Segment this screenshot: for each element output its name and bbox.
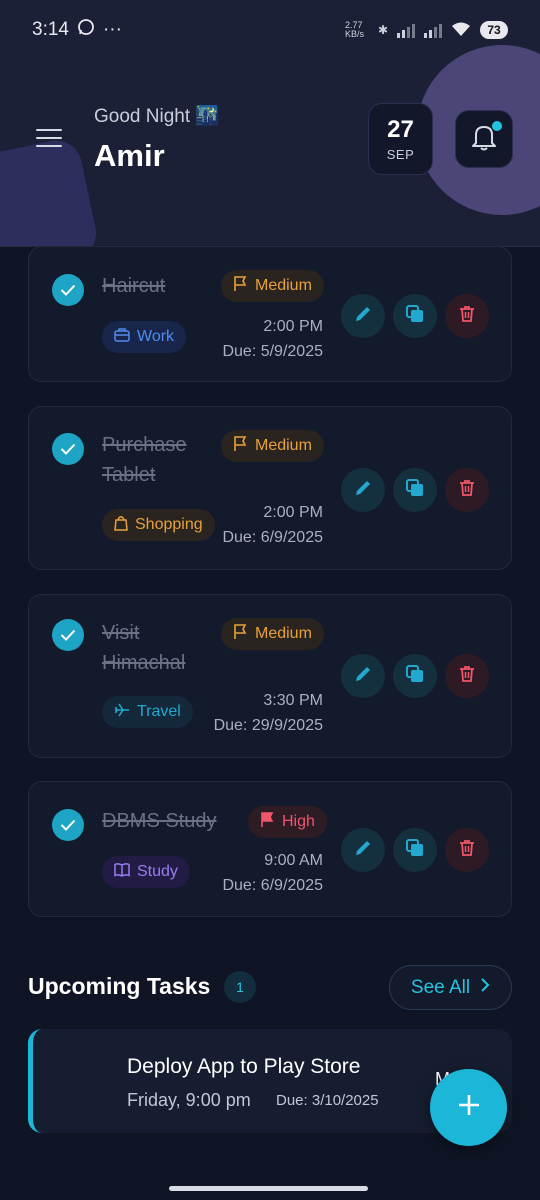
menu-icon[interactable]	[36, 129, 62, 151]
notification-dot	[492, 121, 502, 131]
task-time: 3:30 PM	[263, 692, 323, 709]
check-icon[interactable]	[52, 809, 84, 841]
priority-badge: Medium	[221, 618, 324, 650]
delete-button[interactable]	[445, 294, 489, 338]
greeting: Good Night 🌃	[94, 106, 220, 127]
decorative-blob	[0, 135, 101, 246]
edit-button[interactable]	[341, 828, 385, 872]
flag-icon	[233, 275, 247, 297]
trash-icon	[459, 839, 475, 862]
task-due: Due: 6/9/2025	[222, 529, 323, 546]
category-badge: Study	[102, 856, 190, 888]
briefcase-icon	[114, 327, 130, 347]
task-time: 2:00 PM	[263, 504, 323, 521]
whatsapp-icon	[77, 18, 95, 42]
category-badge: Travel	[102, 696, 193, 728]
delete-button[interactable]	[445, 828, 489, 872]
airplane-icon	[114, 702, 130, 723]
upcoming-task-title: Deploy App to Play Store	[127, 1055, 361, 1078]
priority-label: Medium	[255, 625, 312, 642]
wifi-icon	[451, 21, 471, 40]
category-label: Study	[137, 863, 178, 880]
task-due: Due: 5/9/2025	[222, 343, 323, 360]
shopping-bag-icon	[114, 515, 128, 536]
check-icon[interactable]	[52, 433, 84, 465]
priority-label: Medium	[255, 437, 312, 454]
trash-icon	[459, 665, 475, 688]
status-time: 3:14	[32, 19, 69, 40]
net-speed: 2.77 KB/s	[344, 20, 364, 39]
priority-badge: High	[248, 806, 327, 838]
task-card[interactable]: Visit Himachal Medium Travel 3:30 PM Due…	[28, 594, 512, 758]
task-due: Due: 29/9/2025	[213, 717, 323, 734]
notifications-button[interactable]	[455, 110, 513, 168]
flag-icon	[233, 435, 247, 457]
category-label: Work	[137, 328, 175, 345]
see-all-button[interactable]: See All	[389, 965, 512, 1010]
trash-icon	[459, 305, 475, 328]
copy-icon	[405, 838, 425, 863]
category-label: Travel	[137, 703, 181, 720]
task-time: 9:00 AM	[264, 852, 323, 869]
pencil-icon	[354, 479, 372, 502]
task-due: Due: 6/9/2025	[222, 877, 323, 894]
duplicate-button[interactable]	[393, 654, 437, 698]
see-all-label: See All	[410, 976, 471, 998]
pencil-icon	[354, 839, 372, 862]
copy-icon	[405, 304, 425, 329]
book-icon	[114, 862, 130, 882]
category-badge: Shopping	[102, 509, 215, 541]
edit-button[interactable]	[341, 294, 385, 338]
duplicate-button[interactable]	[393, 294, 437, 338]
date-card[interactable]: 27 SEP	[368, 103, 433, 175]
battery-indicator: 73	[480, 21, 508, 39]
duplicate-button[interactable]	[393, 828, 437, 872]
duplicate-button[interactable]	[393, 468, 437, 512]
delete-button[interactable]	[445, 468, 489, 512]
upcoming-count-badge: 1	[224, 971, 256, 1003]
home-indicator[interactable]	[169, 1186, 368, 1191]
copy-icon	[405, 478, 425, 503]
task-title: Haircut	[102, 275, 166, 297]
chevron-right-icon	[480, 977, 490, 999]
more-notifications-icon: ···	[102, 19, 122, 40]
task-title: Purchase Tablet	[102, 434, 187, 486]
copy-icon	[405, 664, 425, 689]
plus-icon	[457, 1093, 481, 1122]
signal-icon-2	[424, 22, 442, 38]
bluetooth-icon: ✱	[377, 23, 388, 37]
flag-icon	[233, 623, 247, 645]
task-time: 2:00 PM	[263, 318, 323, 335]
flag-icon	[260, 811, 274, 833]
category-badge: Work	[102, 321, 187, 353]
delete-button[interactable]	[445, 654, 489, 698]
signal-icon	[397, 22, 415, 38]
pencil-icon	[354, 305, 372, 328]
date-month: SEP	[386, 147, 415, 162]
username: Amir	[94, 138, 165, 173]
pencil-icon	[354, 665, 372, 688]
task-card[interactable]: DBMS Study High Study 9:00 AM Due: 6/9/2…	[28, 781, 512, 917]
edit-button[interactable]	[341, 654, 385, 698]
status-bar: 3:14 ··· 2.77 KB/s ✱ 73	[0, 0, 540, 60]
priority-label: Medium	[255, 277, 312, 294]
task-title: DBMS Study	[102, 810, 217, 832]
add-task-button[interactable]	[430, 1069, 507, 1146]
priority-badge: Medium	[221, 430, 324, 462]
priority-badge: Medium	[221, 270, 324, 302]
edit-button[interactable]	[341, 468, 385, 512]
upcoming-task-due: Due: 3/10/2025	[276, 1092, 379, 1109]
trash-icon	[459, 479, 475, 502]
upcoming-section-title: Upcoming Tasks	[28, 973, 211, 999]
priority-label: High	[282, 813, 315, 830]
upcoming-task-time: Friday, 9:00 pm	[127, 1090, 251, 1110]
task-title: Visit Himachal	[102, 622, 186, 674]
task-card[interactable]: Purchase Tablet Medium Shopping 2:00 PM …	[28, 406, 512, 570]
category-label: Shopping	[135, 516, 203, 533]
check-icon[interactable]	[52, 274, 84, 306]
date-day: 27	[387, 116, 414, 143]
task-card[interactable]: Haircut Medium Work 2:00 PM Due: 5/9/202…	[28, 246, 512, 382]
check-icon[interactable]	[52, 619, 84, 651]
